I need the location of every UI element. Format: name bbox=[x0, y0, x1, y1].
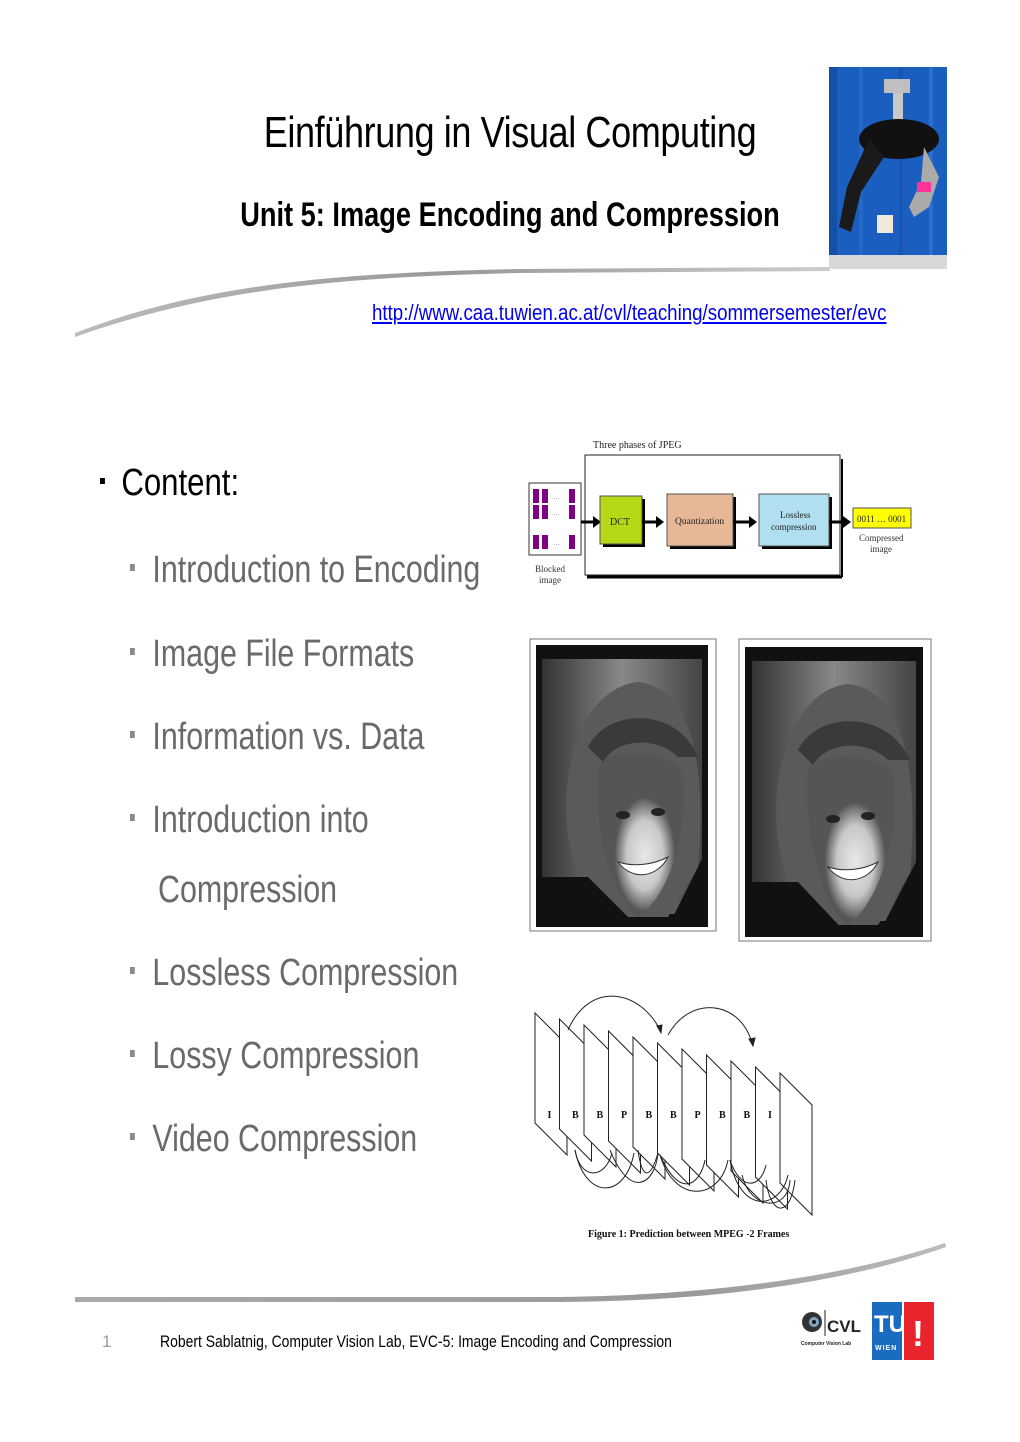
robot-photo bbox=[829, 67, 947, 269]
mpeg-frame-label: P bbox=[695, 1110, 701, 1121]
wien-logo-text: WIEN bbox=[875, 1345, 897, 1352]
svg-text:…: … bbox=[553, 539, 560, 547]
bullet-item-continuation: Compression bbox=[158, 869, 338, 911]
tu-logo-text: TU bbox=[874, 1311, 906, 1338]
course-url-link[interactable]: http://www.caa.tuwien.ac.at/cvl/teaching… bbox=[372, 300, 886, 326]
bullet-item: Video Compression bbox=[130, 1105, 417, 1173]
svg-text:image: image bbox=[870, 544, 892, 554]
slide-subtitle: Unit 5: Image Encoding and Compression bbox=[240, 196, 780, 234]
cvl-logo: CVL Computer Vision Lab bbox=[801, 1310, 861, 1347]
lossless-compression-stage-box bbox=[758, 493, 830, 547]
bullet-item: Lossless Compression bbox=[130, 939, 458, 1007]
cvl-logo-subtext: Computer Vision Lab bbox=[801, 1341, 851, 1347]
cvl-logo-text: CVL bbox=[827, 1317, 861, 1336]
svg-text:Lossless: Lossless bbox=[780, 510, 811, 520]
svg-text:image: image bbox=[539, 575, 561, 585]
tu-wien-logo: TU WIEN ! bbox=[872, 1302, 934, 1360]
svg-text:0011 … 0001: 0011 … 0001 bbox=[857, 514, 906, 524]
svg-text:…: … bbox=[553, 509, 560, 517]
svg-text:compression: compression bbox=[771, 522, 817, 532]
bullet-square-icon bbox=[130, 564, 135, 572]
bullet-item: Image File Formats bbox=[130, 620, 414, 688]
bullet-square-icon bbox=[130, 967, 135, 975]
footer-text: Robert Sablatnig, Computer Vision Lab, E… bbox=[160, 1332, 672, 1351]
face-comparison-images bbox=[529, 638, 932, 942]
svg-text:…: … bbox=[553, 493, 560, 501]
mpeg-frame-label: I bbox=[768, 1110, 772, 1121]
mpeg-frame-label: B bbox=[597, 1110, 604, 1121]
bullet-square-icon bbox=[130, 648, 135, 656]
bullet-item: Introduction to Encoding bbox=[130, 536, 480, 604]
mpeg-frame-label: B bbox=[670, 1110, 677, 1121]
svg-text:Quantization: Quantization bbox=[675, 517, 724, 527]
bullet-square-icon bbox=[130, 731, 135, 739]
compressed-face-image bbox=[738, 638, 932, 942]
mpeg-frame-label: B bbox=[646, 1110, 653, 1121]
mpeg-frame-label: B bbox=[572, 1110, 579, 1121]
bullet-item: Introduction into bbox=[130, 786, 369, 854]
exclamation-logo-icon: ! bbox=[912, 1313, 924, 1354]
bullet-item: Lossy Compression bbox=[130, 1022, 419, 1090]
mpeg-frame-label: B bbox=[744, 1110, 751, 1121]
svg-text:Compressed: Compressed bbox=[859, 533, 904, 543]
page-number: 1 bbox=[102, 1332, 112, 1351]
mpeg-frame-label: I bbox=[548, 1110, 552, 1121]
bullet-square-icon bbox=[130, 1133, 135, 1141]
footer-logos: CVL Computer Vision Lab TU WIEN ! bbox=[800, 1298, 940, 1362]
bullet-main: Content: bbox=[100, 462, 239, 505]
bullet-item: Information vs. Data bbox=[130, 703, 424, 771]
svg-text:DCT: DCT bbox=[610, 517, 630, 528]
bullet-square-icon bbox=[130, 1050, 135, 1058]
jpeg-phases-diagram: Three phases of JPEG … … … Blocked image D… bbox=[528, 440, 912, 585]
original-face-image bbox=[529, 638, 717, 932]
mpeg-frame-label: P bbox=[621, 1110, 627, 1121]
mpeg-frames-diagram: I B B P B B P B B I Figure 1: Prediction between … bbox=[534, 995, 813, 1240]
jpeg-diagram-title: Three phases of JPEG bbox=[593, 440, 682, 451]
mpeg-frame-label: B bbox=[719, 1110, 726, 1121]
bullet-square-icon bbox=[130, 814, 135, 822]
slide-title: Einführung in Visual Computing bbox=[263, 108, 757, 157]
bullet-main-label: Content: bbox=[121, 462, 240, 504]
svg-text:Blocked: Blocked bbox=[535, 564, 565, 574]
bullet-square-icon bbox=[100, 477, 105, 484]
blocked-image-grid: … … … bbox=[528, 482, 582, 556]
mpeg-figure-caption: Figure 1: Prediction between MPEG -2 Fra… bbox=[588, 1229, 789, 1240]
